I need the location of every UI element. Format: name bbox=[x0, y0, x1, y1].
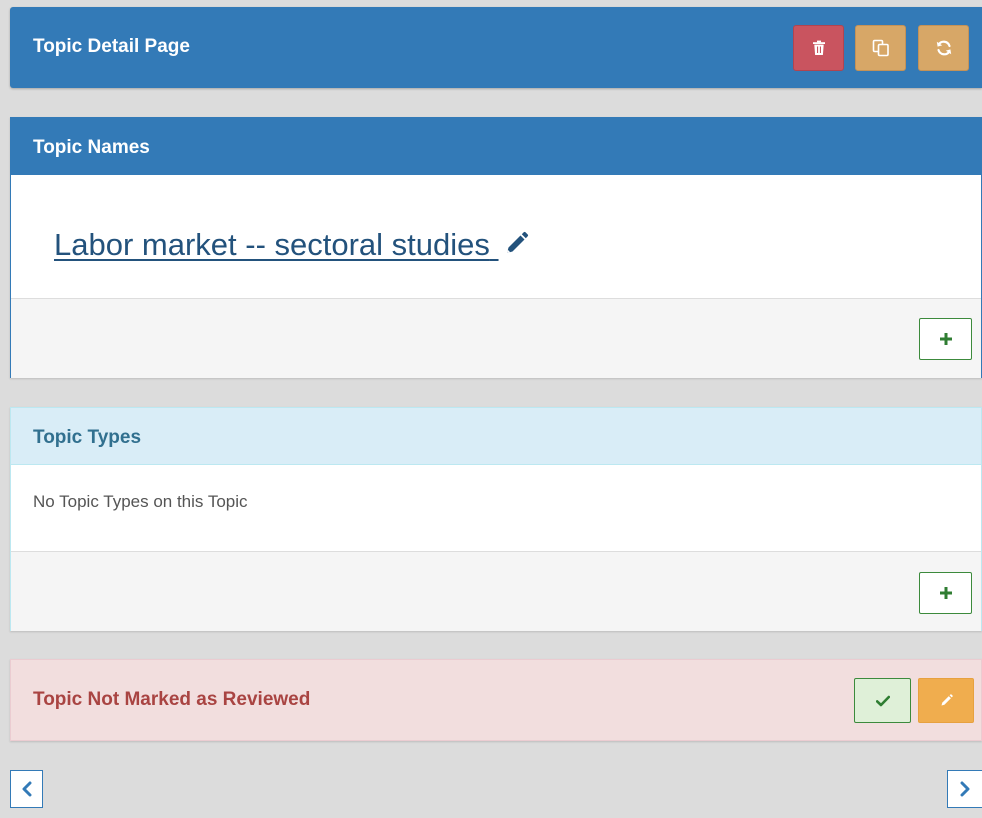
page-title: Topic Detail Page bbox=[33, 36, 190, 57]
topic-types-heading: Topic Types bbox=[11, 408, 981, 465]
edit-review-button[interactable] bbox=[918, 678, 974, 723]
review-status-text: Topic Not Marked as Reviewed bbox=[33, 689, 311, 710]
refresh-icon bbox=[936, 40, 951, 56]
plus-icon bbox=[939, 587, 952, 599]
review-status-bar: Topic Not Marked as Reviewed bbox=[10, 659, 982, 741]
next-topic-button[interactable] bbox=[947, 770, 982, 808]
chevron-left-icon bbox=[22, 781, 31, 797]
plus-icon bbox=[939, 333, 952, 345]
topic-types-panel: Topic Types No Topic Types on this Topic bbox=[10, 407, 982, 631]
mark-reviewed-button[interactable] bbox=[854, 678, 911, 723]
add-topic-type-button[interactable] bbox=[919, 572, 972, 614]
topic-names-title: Topic Names bbox=[33, 137, 150, 158]
copy-topic-button[interactable] bbox=[855, 25, 906, 71]
add-topic-name-button[interactable] bbox=[919, 318, 972, 360]
topic-types-footer bbox=[11, 551, 981, 631]
check-icon bbox=[875, 695, 890, 706]
topic-names-heading: Topic Names bbox=[11, 118, 981, 175]
topic-names-footer bbox=[11, 298, 981, 378]
trash-icon bbox=[812, 40, 825, 55]
topic-name-text: Labor market -- sectoral studies bbox=[54, 227, 490, 262]
pencil-icon[interactable] bbox=[503, 231, 529, 257]
copy-icon bbox=[872, 39, 889, 57]
previous-topic-button[interactable] bbox=[10, 770, 43, 808]
page-header: Topic Detail Page bbox=[10, 7, 982, 88]
chevron-right-icon bbox=[960, 781, 970, 797]
pencil-icon bbox=[941, 694, 953, 706]
topic-names-panel: Topic Names Labor market -- sectoral stu… bbox=[10, 117, 982, 378]
topic-types-title: Topic Types bbox=[33, 427, 142, 448]
topic-name-link[interactable]: Labor market -- sectoral studies bbox=[54, 227, 529, 263]
refresh-topic-button[interactable] bbox=[918, 25, 969, 71]
topic-types-empty-message: No Topic Types on this Topic bbox=[33, 492, 248, 511]
delete-topic-button[interactable] bbox=[793, 25, 844, 71]
